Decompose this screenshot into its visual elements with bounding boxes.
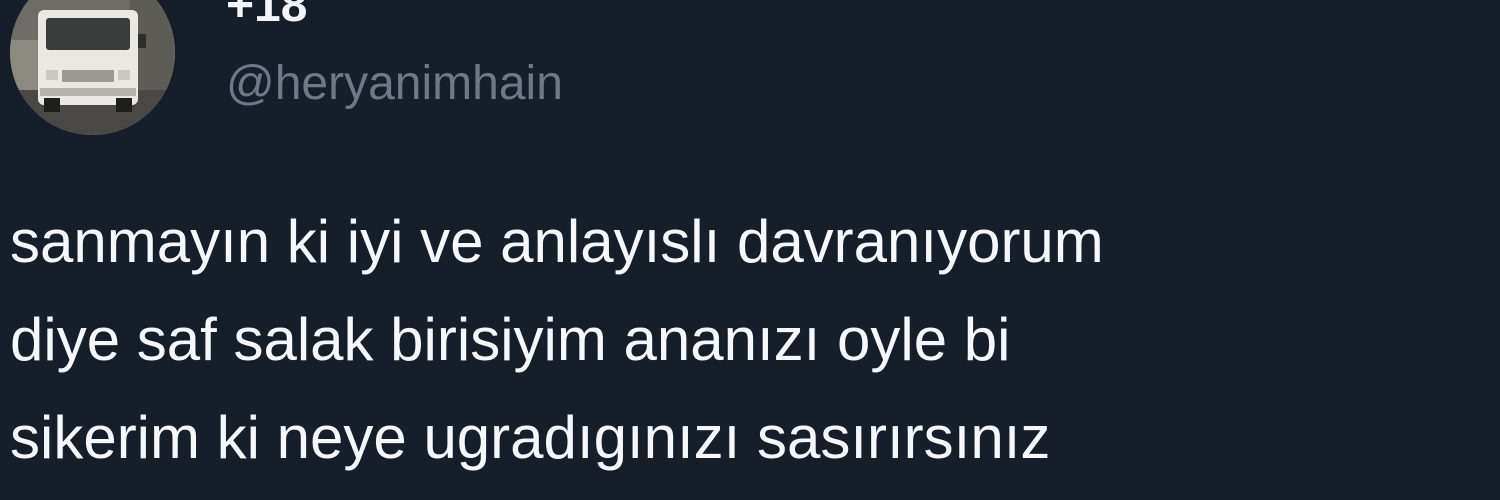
tweet-text-line: sikerim ki neye ugradıgınızı sasırırsını… [10,404,1051,471]
avatar[interactable] [10,0,175,135]
tweet-text-line: diye saf salak birisiyim ananızı oyle bi [10,306,1011,373]
van-avatar-icon [10,0,175,135]
author-display-name[interactable]: +18 [226,0,307,30]
tweet-card: +18 @heryanimhain sanmayın ki iyi ve anl… [0,0,1500,500]
author-handle[interactable]: @heryanimhain [226,60,563,108]
tweet-text: sanmayın ki iyi ve anlayıslı davranıyoru… [10,193,1480,487]
tweet-text-line: sanmayın ki iyi ve anlayıslı davranıyoru… [10,208,1104,275]
